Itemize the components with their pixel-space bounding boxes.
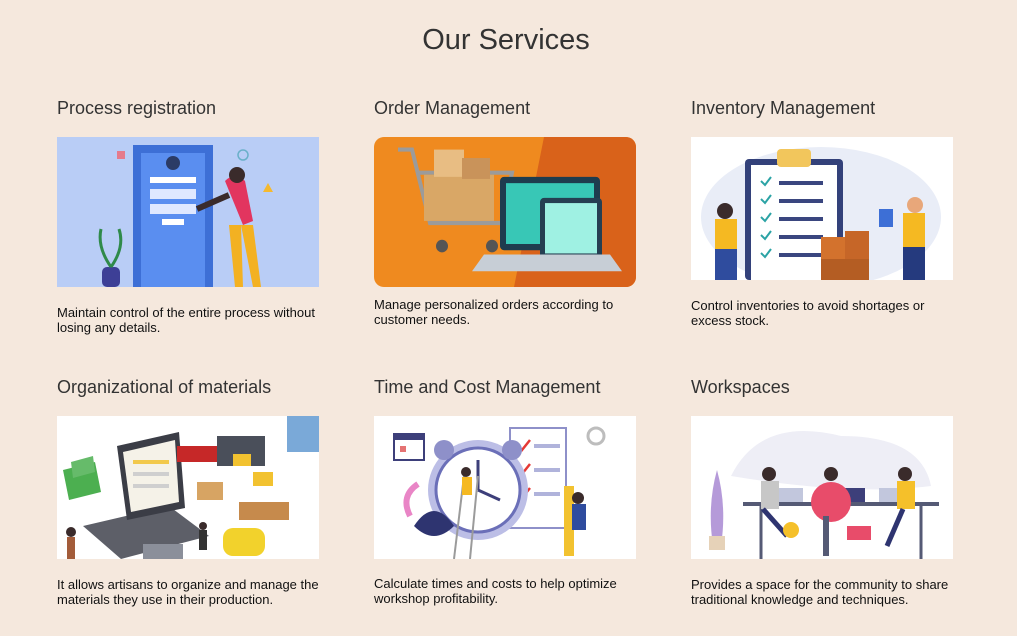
service-card-inventory-management: Inventory Management Control inventories… [691,97,956,328]
service-title: Inventory Management [691,98,876,118]
service-card-time-cost-management: Time and Cost Management Calculate times… [374,376,639,606]
service-title: Process registration [57,98,217,118]
service-description: Maintain control of the entire process w… [57,305,315,335]
service-description: Manage personalized orders according to … [374,297,614,327]
service-title: Organizational of materials [57,377,272,397]
page-title: Our Services [422,24,590,56]
service-description: Provides a space for the community to sh… [691,577,949,607]
service-card-order-management: Order Management Manage personalized ord… [374,97,639,327]
inventory-illustration-icon [691,137,953,280]
service-card-workspaces: Workspaces Provides a space for the comm… [691,376,956,607]
service-card-organizational-materials: Organizational of materials It allows ar… [57,376,322,607]
service-description: Control inventories to avoid shortages o… [691,298,925,328]
service-title: Order Management [374,98,531,118]
service-description: Calculate times and costs to help optimi… [374,576,617,606]
order-illustration-icon [374,137,636,287]
time-cost-illustration-icon [374,416,636,559]
service-description: It allows artisans to organize and manag… [57,577,319,607]
service-card-process-registration: Process registration Maintain control of… [57,97,322,335]
workspaces-illustration-icon [691,416,953,559]
registration-illustration-icon [57,137,319,287]
materials-illustration-icon [57,416,319,559]
service-title: Time and Cost Management [374,377,601,397]
service-title: Workspaces [691,377,790,397]
